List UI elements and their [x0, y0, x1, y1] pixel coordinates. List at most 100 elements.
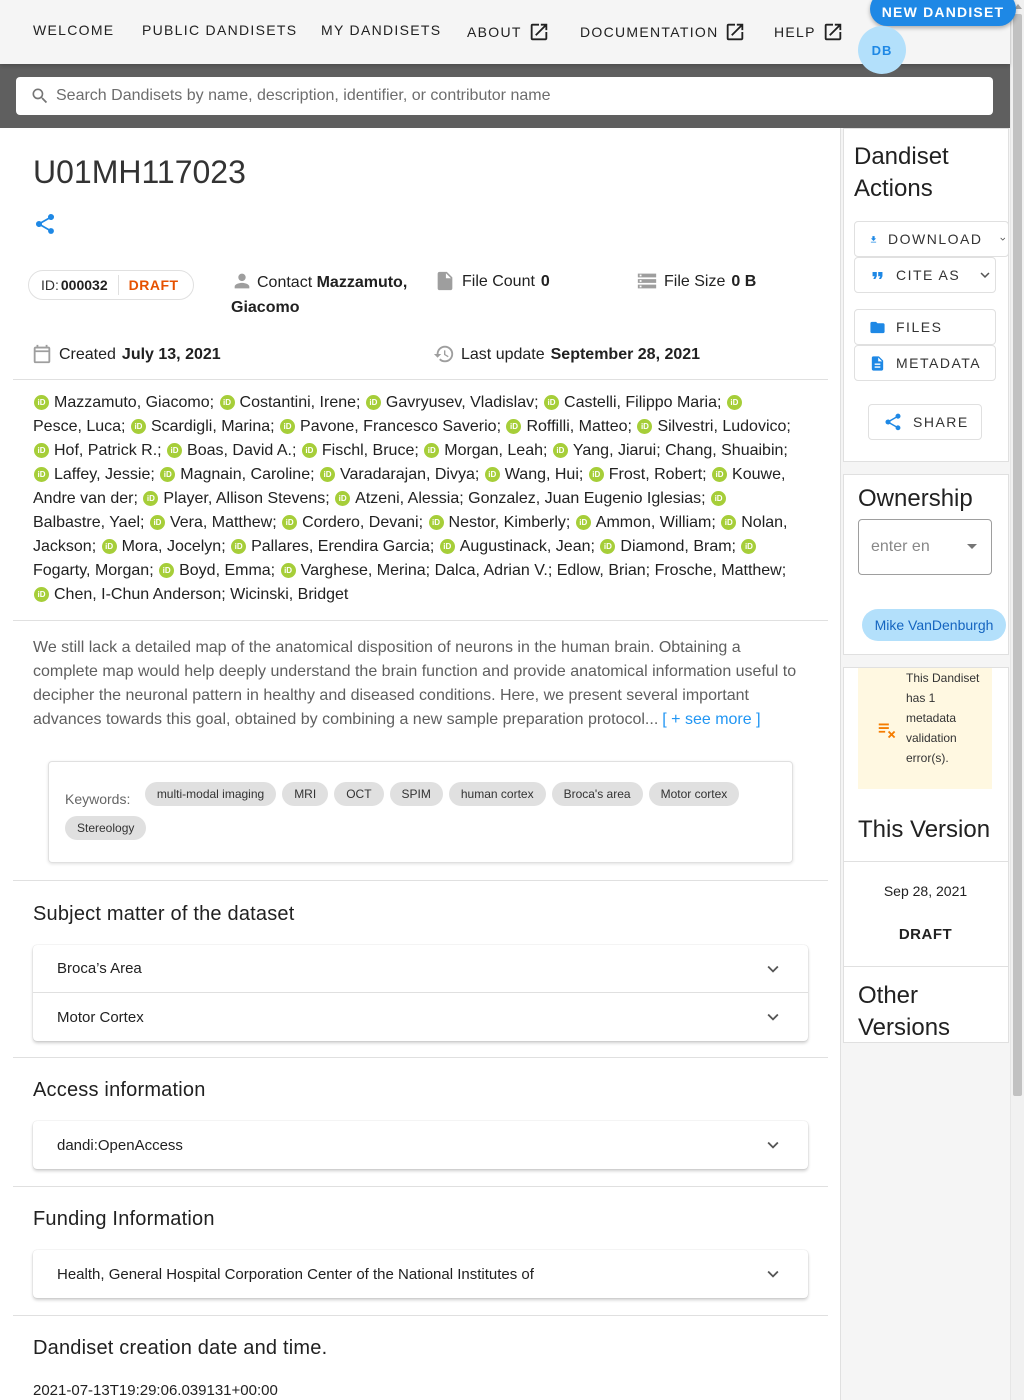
- contributor: iD Yang, Jiarui;: [552, 442, 661, 459]
- owner-search-input[interactable]: enter en: [858, 519, 992, 575]
- scrollbar-thumb[interactable]: [1013, 14, 1022, 1096]
- validation-warning[interactable]: This Dandiset has 1 metadata validation …: [858, 668, 992, 789]
- version-status[interactable]: DRAFT: [843, 926, 1008, 943]
- share-icon[interactable]: [33, 212, 57, 236]
- keyword-chip: Motor cortex: [648, 782, 740, 806]
- keyword-chip: Broca's area: [551, 782, 643, 806]
- orcid-icon[interactable]: iD: [149, 515, 165, 530]
- download-button[interactable]: DOWNLOAD: [854, 221, 1009, 257]
- row-label: Motor Cortex: [57, 1008, 144, 1026]
- contact-info: Contact Mazzamuto, Giacomo: [231, 269, 421, 320]
- expansion-row[interactable]: Motor Cortex: [33, 993, 808, 1041]
- contributor-name: Nestor, Kimberly;: [448, 514, 571, 531]
- orcid-icon[interactable]: iD: [484, 467, 500, 482]
- contributor: Wicinski, Bridget: [230, 586, 348, 603]
- page-scrollbar[interactable]: [1010, 0, 1024, 1400]
- orcid-icon[interactable]: iD: [160, 467, 176, 482]
- orcid-icon[interactable]: iD: [282, 515, 298, 530]
- expansion-row[interactable]: Health, General Hospital Corporation Cen…: [33, 1250, 808, 1298]
- funding-panel: Health, General Hospital Corporation Cen…: [33, 1250, 808, 1298]
- nav-about[interactable]: ABOUT: [467, 21, 550, 43]
- user-avatar[interactable]: DB: [858, 26, 906, 74]
- contact-name-line1: Mazzamuto,: [316, 274, 408, 291]
- orcid-icon[interactable]: iD: [219, 395, 235, 410]
- keyword-chip: SPIM: [389, 782, 443, 806]
- contributor: iD Morgan, Leah;: [423, 442, 547, 459]
- files-button[interactable]: FILES: [854, 309, 996, 345]
- orcid-icon[interactable]: iD: [588, 467, 604, 482]
- contributor: iD Scardigli, Marina;: [130, 418, 275, 435]
- subject-section-title: Subject matter of the dataset: [33, 903, 295, 925]
- contributor: iD Ammon, William;: [575, 514, 716, 531]
- nav-documentation[interactable]: DOCUMENTATION: [580, 21, 746, 43]
- search-box: [16, 77, 993, 115]
- contributor: iD Gavryusev, Vladislav;: [365, 394, 539, 411]
- cite-as-button[interactable]: CITE AS: [854, 257, 996, 293]
- contributor: iD Atzeni, Alessia;: [334, 490, 464, 507]
- metadata-button[interactable]: METADATA: [854, 345, 996, 381]
- orcid-icon[interactable]: iD: [143, 491, 159, 506]
- nav-public-dandisets[interactable]: PUBLIC DANDISETS: [142, 22, 297, 38]
- orcid-icon[interactable]: iD: [721, 515, 737, 530]
- new-dandiset-button[interactable]: NEW DANDISET: [870, 0, 1016, 26]
- subject-panel: Broca’s Area Motor Cortex: [33, 945, 808, 1041]
- divider: [13, 1315, 828, 1316]
- actions-title: Dandiset Actions: [854, 141, 949, 205]
- external-link-icon: [824, 23, 842, 41]
- orcid-icon[interactable]: iD: [600, 539, 616, 554]
- keywords-card: Keywords: multi-modal imaging MRI OCT SPIM h…: [48, 761, 793, 863]
- orcid-icon[interactable]: iD: [335, 491, 351, 506]
- nav-my-dandisets-label: MY DANDISETS: [321, 22, 442, 38]
- orcid-icon[interactable]: iD: [428, 515, 444, 530]
- keyword-chip: OCT: [334, 782, 384, 806]
- expansion-row[interactable]: Broca’s Area: [33, 945, 808, 993]
- orcid-icon[interactable]: iD: [130, 419, 146, 434]
- orcid-icon[interactable]: iD: [552, 443, 568, 458]
- creation-section-title: Dandiset creation date and time.: [33, 1337, 328, 1359]
- nav-help[interactable]: HELP: [774, 21, 844, 43]
- dandiset-id-chip: ID: 000032 DRAFT: [28, 270, 194, 300]
- orcid-icon[interactable]: iD: [637, 419, 653, 434]
- folder-icon: [870, 321, 885, 333]
- contributor-name: Frosche, Matthew;: [654, 562, 787, 579]
- nav-my-dandisets[interactable]: MY DANDISETS: [321, 22, 441, 38]
- orcid-icon[interactable]: iD: [301, 443, 317, 458]
- expansion-row[interactable]: dandi:OpenAccess: [33, 1121, 808, 1169]
- nav-public-dandisets-label: PUBLIC DANDISETS: [142, 22, 298, 38]
- orcid-icon[interactable]: iD: [34, 395, 49, 410]
- orcid-icon[interactable]: iD: [280, 563, 296, 578]
- divider: [13, 379, 828, 380]
- owner-chip[interactable]: Mike VanDenburgh: [862, 609, 1006, 641]
- contributor: iD Magnain, Caroline;: [159, 466, 315, 483]
- orcid-icon[interactable]: iD: [159, 563, 175, 578]
- orcid-icon[interactable]: iD: [439, 539, 455, 554]
- orcid-icon[interactable]: iD: [712, 467, 728, 482]
- orcid-icon[interactable]: iD: [424, 443, 440, 458]
- orcid-icon[interactable]: iD: [34, 587, 49, 602]
- orcid-icon[interactable]: iD: [320, 467, 335, 482]
- contributor: Chang, Shuaibin;: [665, 442, 788, 459]
- orcid-icon[interactable]: iD: [544, 395, 560, 410]
- contributor-name: Scardigli, Marina;: [150, 418, 275, 435]
- orcid-icon[interactable]: iD: [365, 395, 381, 410]
- contributor-name: Fogarty, Morgan;: [33, 562, 154, 579]
- chevron-down-icon: [767, 1141, 779, 1149]
- search-input[interactable]: [56, 87, 993, 105]
- orcid-icon[interactable]: iD: [34, 443, 49, 458]
- see-more-link[interactable]: [ + see more ]: [662, 711, 760, 728]
- orcid-icon[interactable]: iD: [34, 467, 49, 482]
- divider: [13, 1186, 828, 1187]
- dandiset-main: U01MH117023 ID: 000032 DRAFT Contact Maz…: [0, 128, 841, 1400]
- orcid-icon[interactable]: iD: [726, 395, 742, 410]
- orcid-icon[interactable]: iD: [101, 539, 117, 554]
- orcid-icon[interactable]: iD: [280, 419, 296, 434]
- orcid-icon[interactable]: iD: [741, 539, 757, 554]
- orcid-icon[interactable]: iD: [575, 515, 591, 530]
- nav-welcome[interactable]: WELCOME: [33, 22, 114, 38]
- orcid-icon[interactable]: iD: [711, 491, 727, 506]
- share-button[interactable]: SHARE: [868, 404, 982, 440]
- orcid-icon[interactable]: iD: [506, 419, 522, 434]
- orcid-icon[interactable]: iD: [231, 539, 247, 554]
- orcid-icon[interactable]: iD: [167, 443, 183, 458]
- status-badge: DRAFT: [128, 277, 179, 293]
